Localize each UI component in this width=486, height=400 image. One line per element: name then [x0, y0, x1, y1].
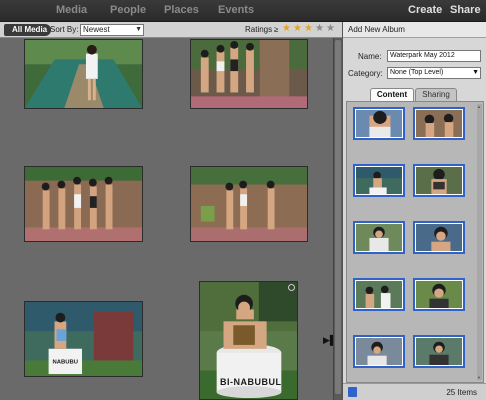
media-thumbnail[interactable] — [190, 166, 308, 242]
category-label: Category: — [348, 69, 383, 78]
panel-title: Add New Album — [343, 22, 486, 38]
chevron-down-icon: ▼ — [135, 26, 142, 33]
album-item-thumbnail[interactable] — [413, 107, 465, 140]
media-thumbnail[interactable]: BI-NABUBUL — [199, 281, 298, 400]
album-content-list: ▲ ▼ — [346, 101, 484, 383]
photo-image — [191, 167, 307, 241]
album-item-thumbnail[interactable] — [413, 164, 465, 197]
album-item-thumbnail[interactable] — [353, 221, 405, 254]
category-select-value: None (Top Level) — [390, 69, 444, 76]
svg-text:NABUBU: NABUBU — [53, 359, 79, 365]
photo-image — [191, 40, 307, 108]
photo-image — [416, 338, 462, 365]
chevron-down-icon: ▼ — [472, 69, 479, 76]
nav-events[interactable]: Events — [218, 4, 254, 16]
media-grid: NABUBU BI-NABUBUL — [0, 38, 333, 400]
filter-bar: All Media Sort By: Newest ▼ Ratings ≥ ★ … — [0, 22, 342, 38]
share-button[interactable]: Share — [450, 4, 481, 16]
star-icon[interactable]: ★ — [282, 23, 291, 35]
star-icon[interactable]: ★ — [326, 23, 335, 35]
name-label: Name: — [358, 52, 382, 61]
nav-people[interactable]: People — [110, 4, 146, 16]
album-item-thumbnail[interactable] — [413, 221, 465, 254]
album-item-thumbnail[interactable] — [353, 164, 405, 197]
photo-image — [356, 281, 402, 308]
album-item-thumbnail[interactable] — [413, 335, 465, 368]
photo-image — [356, 167, 402, 194]
photo-image — [416, 281, 462, 308]
top-nav-bar: Media People Places Events Create Share — [0, 0, 486, 22]
star-icon[interactable]: ★ — [293, 23, 302, 35]
album-item-thumbnail[interactable] — [353, 278, 405, 311]
item-count: 25 Items — [446, 388, 477, 397]
sort-select[interactable]: Newest ▼ — [80, 24, 144, 36]
category-select[interactable]: None (Top Level) ▼ — [387, 67, 481, 79]
nav-places[interactable]: Places — [164, 4, 199, 16]
photo-caption-text: BI-NABUBUL — [220, 377, 282, 387]
sort-select-value: Newest — [83, 25, 110, 34]
photo-image: NABUBU — [25, 302, 142, 376]
content-scrollbar[interactable]: ▲ ▼ — [477, 104, 482, 380]
photo-image — [25, 167, 142, 241]
panel-toggle-icon[interactable]: ▶▌ — [323, 335, 336, 346]
scroll-down-icon[interactable]: ▼ — [477, 375, 482, 380]
nav-media[interactable]: Media — [56, 4, 87, 16]
media-thumbnail[interactable] — [24, 166, 143, 242]
star-icon[interactable]: ★ — [304, 23, 313, 35]
scroll-up-icon[interactable]: ▲ — [477, 104, 482, 109]
panel-footer: 25 Items — [343, 383, 486, 400]
photo-image — [416, 224, 462, 251]
album-item-thumbnail[interactable] — [353, 107, 405, 140]
media-thumbnail[interactable] — [190, 39, 308, 109]
photo-image — [25, 40, 142, 108]
tab-sharing[interactable]: Sharing — [415, 88, 457, 101]
ratings-label: Ratings — [245, 25, 273, 34]
photo-image — [356, 224, 402, 251]
photo-image — [356, 338, 402, 365]
app-window: Media People Places Events Create Share … — [0, 0, 486, 400]
star-icon[interactable]: ★ — [315, 23, 324, 35]
photo-image — [416, 167, 462, 194]
album-name-input[interactable]: Waterpark May 2012 — [387, 50, 481, 62]
info-icon[interactable] — [288, 284, 295, 291]
photo-image — [356, 110, 402, 137]
create-button[interactable]: Create — [408, 4, 442, 16]
photo-image — [416, 110, 462, 137]
media-thumbnail[interactable] — [24, 39, 143, 109]
album-item-thumbnail[interactable] — [413, 278, 465, 311]
album-panel: Add New Album Name: Waterpark May 2012 C… — [342, 22, 486, 400]
media-thumbnail[interactable]: NABUBU — [24, 301, 143, 377]
trash-icon[interactable] — [348, 387, 357, 397]
ratings-operator[interactable]: ≥ — [274, 25, 278, 34]
album-item-thumbnail[interactable] — [353, 335, 405, 368]
tab-content[interactable]: Content — [370, 88, 414, 101]
all-media-button[interactable]: All Media — [4, 24, 52, 36]
sort-by-label: Sort By: — [50, 25, 79, 34]
